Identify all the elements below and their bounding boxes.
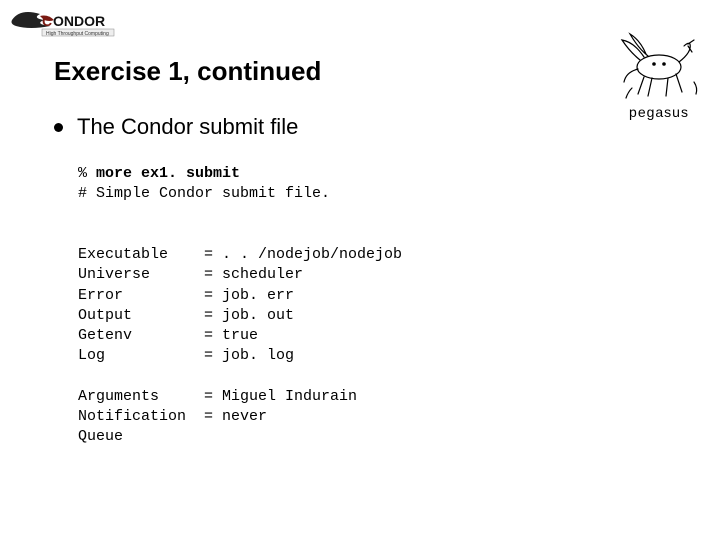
bullet-dot-icon — [54, 123, 63, 132]
prompt: % — [78, 165, 96, 182]
bullet-text: The Condor submit file — [77, 114, 298, 139]
code-block: % more ex1. submit # Simple Condor submi… — [78, 164, 402, 448]
pegasus-caption: pegasus — [604, 104, 714, 120]
svg-text:C: C — [42, 13, 52, 29]
svg-text:ONDOR: ONDOR — [53, 13, 105, 29]
code-comment: # Simple Condor submit file. — [78, 185, 330, 202]
bullet-item: The Condor submit file — [54, 114, 298, 140]
svg-text:High Throughput Computing: High Throughput Computing — [46, 31, 109, 37]
condor-logo-icon: C ONDOR High Throughput Computing — [10, 6, 120, 42]
pegasus-icon — [604, 22, 714, 102]
code-body: Executable = . . /nodejob/nodejob Univer… — [78, 246, 402, 445]
slide-title: Exercise 1, continued — [54, 56, 321, 87]
shell-command: more ex1. submit — [96, 165, 240, 182]
pegasus-logo: pegasus — [604, 22, 714, 120]
